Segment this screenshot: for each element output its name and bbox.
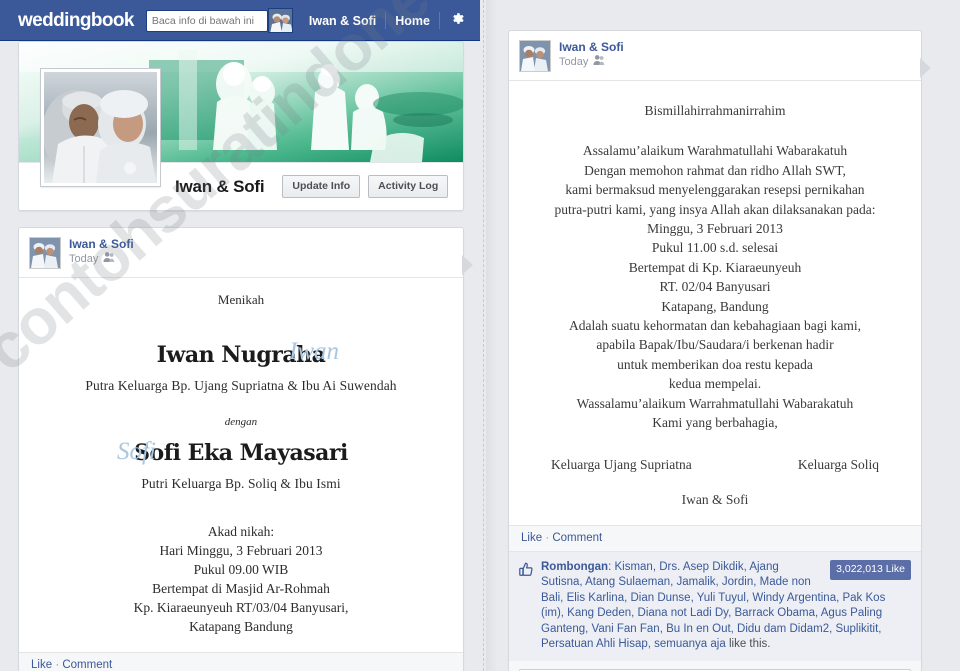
post-header-left: Iwan & Sofi Today [19, 228, 463, 278]
invitation-line: Pukul 11.00 s.d. selesai [651, 240, 779, 256]
post-avatar[interactable] [29, 237, 61, 269]
likes-summary: 3,022,013 Like Rombongan: Kisman, Drs. As… [509, 550, 921, 661]
post-body-left: Menikah Iwan Iwan Nugraha Putra Keluarga… [19, 278, 463, 652]
conjunction-dengan: dengan [224, 416, 258, 428]
invitation-line: Katapang, Bandung [661, 298, 769, 314]
post-actions-right: Like · Comment [509, 524, 921, 551]
invitation-line: kedua mempelai. [668, 376, 762, 392]
likes-suffix: like this. [728, 638, 771, 651]
likes-text: 3,022,013 Like Rombongan: Kisman, Drs. As… [541, 559, 911, 653]
avatar[interactable] [267, 8, 293, 33]
post-header-right: Iwan & Sofi Today [509, 31, 921, 81]
activity-log-button[interactable]: Activity Log [368, 175, 449, 198]
top-navigation-bar: weddingbook Baca info di bawah ini Iwan … [0, 0, 480, 41]
friends-icon[interactable] [593, 54, 605, 71]
like-link[interactable]: Like [31, 659, 52, 671]
family-signature-row: Keluarga Ujang Supriatna Keluarga Soliq [523, 457, 907, 473]
invitation-heading: Menikah [217, 292, 265, 307]
post-meta-left: Today [69, 251, 134, 268]
bride-name: Sofi Eka Mayasari [134, 440, 348, 466]
groom-script-accent: Iwan [289, 338, 339, 365]
invitation-line: Bertempat di Kp. Kiaraeunyeuh [628, 259, 802, 275]
bride-script-accent: Sofi [117, 438, 156, 465]
gear-icon[interactable] [440, 11, 469, 31]
invitation-line: putra-putri kami, yang insya Allah akan … [554, 201, 876, 217]
comment-row-right [509, 660, 921, 671]
akad-line: Katapang Bandung [189, 619, 293, 634]
post-card-left: Iwan & Sofi Today Menikah Iwan Iwan Nugr… [18, 227, 473, 671]
family-right: Keluarga Soliq [797, 456, 879, 472]
invitation-line: Kami yang berbahagia, [652, 415, 778, 431]
nav-home-link[interactable]: Home [386, 14, 439, 28]
panel-divider-shadow [486, 0, 498, 671]
invitation-line: apabila Bapak/Ibu/Saudara/i berkenan had… [596, 337, 834, 353]
page-title: Iwan & Sofi [175, 176, 265, 196]
comment-link[interactable]: Comment [62, 659, 112, 671]
likes-group-name[interactable]: Rombongan [541, 561, 608, 573]
post-actions-left: Like · Comment [19, 652, 463, 671]
nav-user-name[interactable]: Iwan & Sofi [300, 14, 385, 28]
post-card-right: Iwan & Sofi Today Bismillahirrahmanirrah [508, 30, 931, 671]
site-logo[interactable]: weddingbook [18, 10, 134, 32]
thumbs-up-icon [519, 562, 534, 653]
action-dot: · [545, 531, 550, 544]
action-dot: · [55, 659, 60, 671]
invitation-line: Minggu, 3 Februari 2013 [647, 221, 783, 237]
friends-icon[interactable] [103, 251, 115, 268]
groom-parents: Putra Keluarga Bp. Ujang Supriatna & Ibu… [85, 378, 397, 393]
invitation-lines: Assalamu’alaikum Warahmatullahi Wabaraka… [523, 141, 907, 432]
invitation-line: Dengan memohon rahmat dan ridho Allah SW… [584, 162, 846, 178]
search-box[interactable] [145, 9, 268, 32]
right-column: Iwan & Sofi Today Bismillahirrahmanirrah [508, 30, 931, 671]
akad-line: Hari Minggu, 3 Februari 2013 [159, 543, 323, 558]
post-author-name[interactable]: Iwan & Sofi [559, 40, 624, 54]
family-left: Keluarga Ujang Supriatna [551, 456, 692, 472]
post-timestamp: Today [69, 253, 99, 265]
profile-cover-card: Iwan & Sofi Update Info Activity Log [18, 41, 464, 211]
post-author-name[interactable]: Iwan & Sofi [69, 237, 134, 251]
speech-bubble-arrow-right [920, 58, 931, 78]
akad-line: Kp. Kiaraeunyeuh RT/03/04 Banyusari, [133, 600, 349, 615]
comment-link[interactable]: Comment [552, 532, 602, 544]
left-column: Iwan & Sofi Update Info Activity Log Iwa… [18, 41, 473, 671]
post-meta-right: Today [559, 54, 624, 71]
bismillah-line: Bismillahirrahmanirrahim [644, 103, 786, 118]
invitation-line: Wassalamu’alaikum Warrahmatullahi Wabara… [576, 395, 854, 411]
profile-photo[interactable] [41, 69, 160, 186]
akad-line: Akad nikah: [207, 524, 275, 539]
akad-line: Bertempat di Masjid Ar-Rohmah [152, 581, 330, 596]
like-link[interactable]: Like [521, 532, 542, 544]
akad-line: Pukul 09.00 WIB [193, 562, 289, 577]
post-avatar[interactable] [519, 40, 551, 72]
like-count-badge[interactable]: 3,022,013 Like [830, 559, 911, 581]
akad-details: Akad nikah: Hari Minggu, 3 Februari 2013… [35, 522, 447, 636]
invitation-line: kami bermaksud menyelenggarakan resepsi … [565, 182, 865, 198]
bride-name-row: Sofi Sofi Eka Mayasari [35, 438, 447, 474]
invitation-line: Adalah suatu kehormatan dan kebahagiaan … [568, 318, 862, 334]
groom-name-row: Iwan Iwan Nugraha [35, 338, 447, 376]
post-timestamp: Today [559, 56, 589, 68]
speech-bubble-arrow-left [462, 255, 473, 275]
panel-divider [483, 0, 484, 671]
couple-signature: Iwan & Sofi [681, 491, 749, 507]
post-body-right: Bismillahirrahmanirrahim Assalamu’alaiku… [509, 81, 921, 525]
invitation-line: untuk memberikan doa restu kepada [617, 356, 813, 372]
update-info-button[interactable]: Update Info [282, 175, 361, 198]
invitation-line: RT. 02/04 Banyusari [659, 279, 771, 295]
search-input[interactable] [146, 10, 267, 31]
invitation-line: Assalamu’alaikum Warahmatullahi Wabaraka… [582, 143, 848, 159]
bride-parents: Putri Keluarga Bp. Soliq & Ibu Ismi [141, 476, 341, 491]
